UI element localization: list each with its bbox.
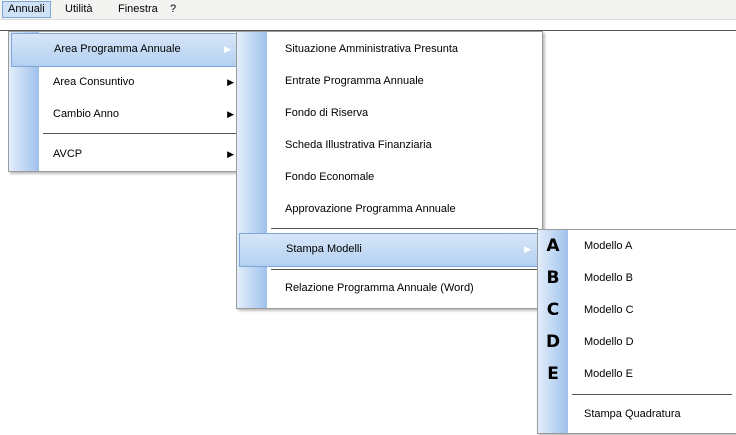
letter-c-icon: C	[546, 300, 560, 320]
menu-item-label: Cambio Anno	[53, 108, 120, 120]
menu-item-modello-a[interactable]: A Modello A	[538, 230, 736, 262]
menu-item-label: Modello E	[584, 368, 633, 380]
menu-item-relazione-word[interactable]: Relazione Programma Annuale (Word)	[237, 272, 542, 304]
menu-item-label: Fondo Economale	[285, 171, 375, 183]
chevron-right-icon: ▶	[227, 77, 234, 87]
letter-b-icon: B	[546, 268, 560, 288]
menu-item-situazione-amministrativa[interactable]: Situazione Amministrativa Presunta	[237, 33, 542, 65]
menu-finestra[interactable]: Finestra	[113, 2, 163, 17]
menu-item-label: AVCP	[53, 148, 83, 160]
annuali-dropdown: Area Programma Annuale ▶ Area Consuntivo…	[8, 31, 243, 172]
menu-item-area-programma-annuale[interactable]: Area Programma Annuale ▶	[11, 33, 240, 67]
menu-item-label: Modello A	[584, 240, 633, 252]
menu-utilita[interactable]: Utilità	[60, 2, 98, 17]
menu-item-label: Stampa Modelli	[286, 243, 362, 255]
letter-d-icon: D	[545, 332, 561, 352]
menu-item-label: Modello C	[584, 304, 634, 316]
menu-item-area-consuntivo[interactable]: Area Consuntivo ▶	[9, 66, 242, 98]
menu-item-approvazione-programma[interactable]: Approvazione Programma Annuale	[237, 193, 542, 225]
menu-item-label: Fondo di Riserva	[285, 107, 369, 119]
menu-item-label: Scheda Illustrativa Finanziaria	[285, 139, 432, 151]
menu-item-entrate-programma[interactable]: Entrate Programma Annuale	[237, 65, 542, 97]
menu-item-label: Modello D	[584, 336, 634, 348]
chevron-right-icon: ▶	[227, 149, 234, 159]
menu-item-label: Stampa Quadratura	[584, 408, 681, 420]
menu-item-fondo-riserva[interactable]: Fondo di Riserva	[237, 97, 542, 129]
menu-separator	[271, 228, 538, 229]
menu-bar: Annuali Utilità Finestra ?	[0, 0, 736, 20]
chevron-right-icon: ▶	[224, 44, 231, 54]
menu-item-label: Relazione Programma Annuale (Word)	[285, 282, 474, 294]
menu-help[interactable]: ?	[165, 2, 181, 17]
menu-item-label: Area Consuntivo	[53, 76, 135, 88]
letter-e-icon: E	[547, 364, 559, 384]
menu-item-label: Situazione Amministrativa Presunta	[285, 43, 459, 55]
menu-item-label: Area Programma Annuale	[54, 43, 181, 55]
menu-item-modello-c[interactable]: C Modello C	[538, 294, 736, 326]
menu-item-modello-b[interactable]: B Modello B	[538, 262, 736, 294]
menu-item-label: Approvazione Programma Annuale	[285, 203, 456, 215]
menu-item-cambio-anno[interactable]: Cambio Anno ▶	[9, 98, 242, 130]
menu-item-label: Modello B	[584, 272, 633, 284]
letter-a-icon: A	[546, 236, 560, 256]
menu-item-modello-e[interactable]: E Modello E	[538, 358, 736, 390]
chevron-right-icon: ▶	[227, 109, 234, 119]
menu-item-fondo-economale[interactable]: Fondo Economale	[237, 161, 542, 193]
menu-item-stampa-quadratura[interactable]: Stampa Quadratura	[538, 398, 736, 430]
chevron-right-icon: ▶	[524, 244, 531, 254]
menu-separator	[43, 133, 238, 134]
area-programma-submenu: Situazione Amministrativa Presunta Entra…	[236, 31, 543, 309]
menu-item-avcp[interactable]: AVCP ▶	[9, 138, 242, 170]
menu-item-scheda-illustrativa[interactable]: Scheda Illustrativa Finanziaria	[237, 129, 542, 161]
menu-separator	[572, 394, 732, 395]
menu-annuali[interactable]: Annuali	[2, 1, 51, 18]
menu-separator	[271, 269, 538, 270]
menu-item-label: Entrate Programma Annuale	[285, 75, 424, 87]
menu-item-stampa-modelli[interactable]: Stampa Modelli ▶	[239, 233, 540, 267]
stampa-modelli-submenu: A Modello A B Modello B C Modello C D Mo…	[537, 229, 736, 434]
menu-item-modello-d[interactable]: D Modello D	[538, 326, 736, 358]
